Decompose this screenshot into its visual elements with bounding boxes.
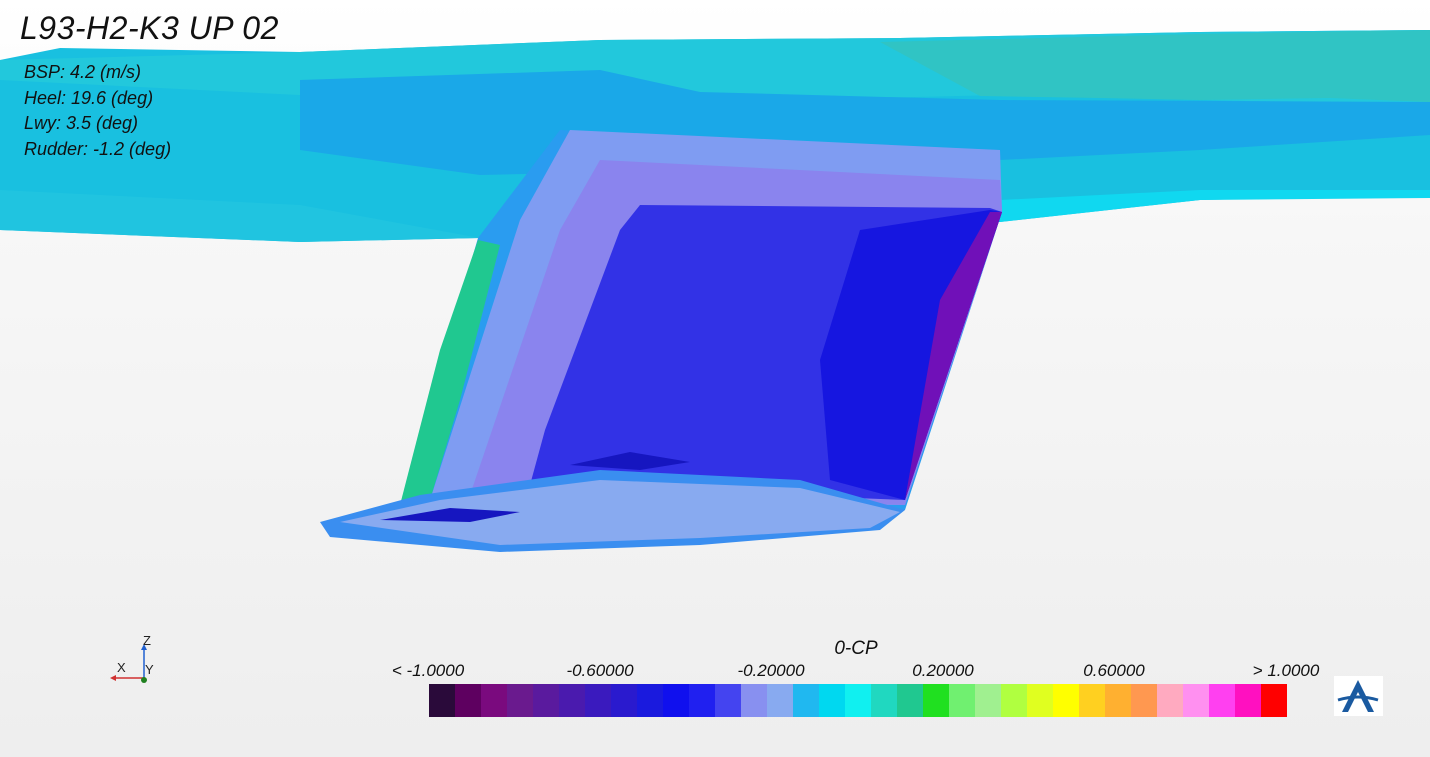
info-bsp: BSP: 4.2 (m/s) xyxy=(24,62,142,82)
colorbar-cell xyxy=(689,684,715,717)
axis-triad xyxy=(110,644,147,683)
z-axis-label: Z xyxy=(143,633,151,648)
keel-pressure-render xyxy=(0,30,1430,552)
run-info: BSP: 4.2 (m/s) Heel: 19.6 (deg) Lwy: 3.5… xyxy=(24,60,171,162)
colorbar-cell xyxy=(741,684,767,717)
colorbar-cell xyxy=(611,684,637,717)
colorbar-cell xyxy=(1079,684,1105,717)
colorbar-tick-1: -0.60000 xyxy=(566,661,634,680)
colorbar-cell xyxy=(923,684,949,717)
colorbar-cell xyxy=(1235,684,1261,717)
colorbar-cell xyxy=(429,684,455,717)
colorbar-cell xyxy=(1131,684,1157,717)
colorbar-tick-5: > 1.0000 xyxy=(1252,661,1320,680)
colorbar-cell xyxy=(663,684,689,717)
colorbar-cell xyxy=(481,684,507,717)
y-axis-dot xyxy=(141,677,147,683)
colorbar-cell xyxy=(793,684,819,717)
colorbar-cell xyxy=(455,684,481,717)
colorbar-cell xyxy=(845,684,871,717)
colorbar-cell xyxy=(819,684,845,717)
3d-viewport[interactable]: L93-H2-K3 UP 02 BSP: 4.2 (m/s) Heel: 19.… xyxy=(0,0,1430,757)
info-leeway: Lwy: 3.5 (deg) xyxy=(24,113,139,133)
colorbar-cell xyxy=(1001,684,1027,717)
colorbar-cell xyxy=(767,684,793,717)
colorbar-cell xyxy=(559,684,585,717)
colorbar xyxy=(429,684,1287,717)
colorbar-cell xyxy=(1261,684,1287,717)
colorbar-cell xyxy=(1027,684,1053,717)
colorbar-cell xyxy=(1105,684,1131,717)
info-rudder: Rudder: -1.2 (deg) xyxy=(24,138,172,159)
colorbar-cell xyxy=(507,684,533,717)
colorbar-cell xyxy=(975,684,1001,717)
colorbar-cell xyxy=(637,684,663,717)
y-axis-label: Y xyxy=(145,662,154,677)
colorbar-tick-0: < -1.0000 xyxy=(391,661,465,680)
colorbar-cell xyxy=(533,684,559,717)
colorbar-title: 0-CP xyxy=(834,638,878,659)
colorbar-cell xyxy=(1209,684,1235,717)
colorbar-cell xyxy=(1183,684,1209,717)
colorbar-cell xyxy=(949,684,975,717)
colorbar-cell xyxy=(1157,684,1183,717)
colorbar-tick-4: 0.60000 xyxy=(1083,661,1145,680)
colorbar-cell xyxy=(871,684,897,717)
colorbar-tick-3: 0.20000 xyxy=(912,661,974,680)
case-title: L93-H2-K3 UP 02 xyxy=(20,10,279,46)
colorbar-cell xyxy=(897,684,923,717)
colorbar-cell xyxy=(1053,684,1079,717)
info-heel: Heel: 19.6 (deg) xyxy=(24,87,154,108)
colorbar-tick-2: -0.20000 xyxy=(737,661,805,680)
logo-icon xyxy=(1334,676,1383,716)
colorbar-cell xyxy=(585,684,611,717)
colorbar-cell xyxy=(715,684,741,717)
x-axis-label: X xyxy=(117,660,126,675)
x-axis-arrow xyxy=(110,675,116,681)
